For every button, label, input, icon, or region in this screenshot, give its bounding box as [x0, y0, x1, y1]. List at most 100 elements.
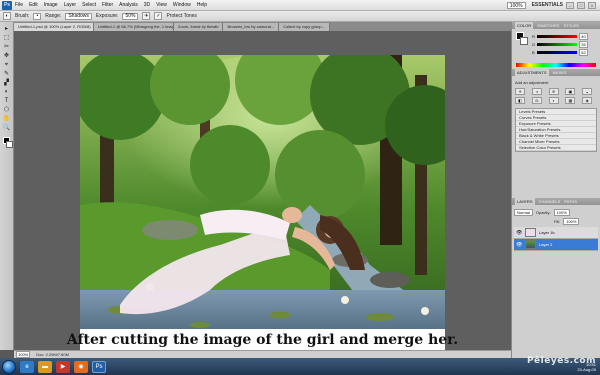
adjustments-panel-header: ADJUSTMENTS MASKS: [512, 69, 600, 76]
menu-view[interactable]: View: [156, 2, 167, 8]
menu-3d[interactable]: 3D: [144, 2, 150, 8]
green-slider[interactable]: [537, 43, 577, 46]
status-doc-size[interactable]: Doc: 2.29M/7.60M: [36, 352, 69, 357]
windows-taskbar: e ▬ ▶ ◉ Ps 10:51 23-Aug-09: [0, 358, 600, 375]
brush-picker[interactable]: •: [33, 12, 42, 20]
document-canvas[interactable]: [80, 55, 445, 357]
marquee-tool-icon[interactable]: ⬚: [2, 34, 12, 42]
green-value[interactable]: 35: [579, 41, 588, 48]
document-tab[interactable]: Untitled-1 @ 66.7% (Mhmgnng the, 1 image…: [94, 23, 174, 31]
blue-value[interactable]: 52: [579, 49, 588, 56]
layer-thumbnail: [525, 240, 536, 249]
layer-name: Layer 2: [539, 242, 553, 247]
airbrush-icon[interactable]: ✈: [142, 12, 151, 20]
zoom-level-select[interactable]: 100%: [506, 1, 526, 9]
minimize-button[interactable]: –: [566, 1, 574, 9]
preset-item[interactable]: Selective Color Presets: [516, 145, 596, 151]
options-bar: ◐ Brush: • Range: Shadows Exposure: 50% …: [0, 11, 600, 22]
document-tab[interactable]: Collect by copy group...: [279, 23, 330, 31]
opacity-input[interactable]: 100%: [553, 209, 570, 216]
forest-scene-image: [80, 55, 445, 357]
tool-preset-icon[interactable]: ◐: [3, 12, 11, 20]
layers-fill-row: Fill: 100%: [514, 218, 598, 225]
zoom-tool-icon[interactable]: 🔍: [2, 124, 12, 132]
adjustment-preset-list: Levels Presets Curves Presets Exposure P…: [515, 108, 597, 152]
brush-label: Brush:: [15, 13, 30, 19]
folder-icon[interactable]: ▬: [38, 360, 52, 373]
eye-icon[interactable]: 👁: [516, 242, 522, 248]
vibrance-icon[interactable]: ◒: [582, 88, 593, 95]
menu-image[interactable]: Image: [44, 2, 58, 8]
fill-input[interactable]: 100%: [563, 218, 580, 225]
menu-file[interactable]: File: [15, 2, 23, 8]
adjustment-icons: ☀ ◑ ≋ ▣ ◒ ◧ ⚖ ◐ ▦ ◈: [515, 88, 597, 104]
eye-icon[interactable]: 👁: [516, 230, 522, 236]
range-select[interactable]: Shadows: [65, 12, 92, 20]
move-tool-icon[interactable]: ▸: [2, 25, 12, 33]
hue-saturation-icon[interactable]: ◧: [515, 97, 525, 104]
crop-tool-icon[interactable]: ⌖: [2, 61, 12, 69]
menu-filter[interactable]: Filter: [102, 2, 113, 8]
layer-name: Layer 1b: [539, 230, 555, 235]
tab-adjustments[interactable]: ADJUSTMENTS: [515, 69, 549, 76]
levels-icon[interactable]: ◑: [531, 88, 542, 95]
color-background-swatch[interactable]: [520, 37, 528, 45]
document-tab[interactable]: Zoom, forest by thewlb: [174, 23, 224, 31]
layer-row[interactable]: 👁 Layer 1b: [514, 227, 598, 239]
tab-color[interactable]: COLOR: [515, 22, 534, 29]
menu-layer[interactable]: Layer: [64, 2, 77, 8]
close-button[interactable]: ×: [588, 1, 596, 9]
caption-band: After cutting the image of the girl and …: [67, 329, 458, 350]
ie-icon[interactable]: e: [20, 360, 34, 373]
photoshop-task-icon[interactable]: Ps: [92, 360, 106, 373]
layers-panel-header: LAYERS CHANNELS PATHS: [512, 198, 600, 205]
exposure-icon[interactable]: ▣: [565, 88, 576, 95]
blue-slider[interactable]: [537, 51, 577, 54]
tab-styles[interactable]: STYLES: [563, 23, 578, 28]
channel-mixer-icon[interactable]: ◈: [582, 97, 593, 104]
status-zoom[interactable]: 100%: [16, 351, 31, 358]
quick-select-tool-icon[interactable]: ✥: [2, 52, 12, 60]
type-tool-icon[interactable]: T: [2, 97, 12, 105]
tab-paths[interactable]: PATHS: [564, 199, 577, 204]
menu-select[interactable]: Select: [82, 2, 96, 8]
photo-filter-icon[interactable]: ▦: [565, 97, 576, 104]
start-button[interactable]: [2, 359, 16, 374]
firefox-icon[interactable]: ◉: [74, 360, 88, 373]
media-player-icon[interactable]: ▶: [56, 360, 70, 373]
dodge-burn-tool-icon[interactable]: ◐: [2, 88, 12, 96]
brightness-icon[interactable]: ☀: [515, 88, 525, 95]
menu-help[interactable]: Help: [197, 2, 207, 8]
menu-edit[interactable]: Edit: [29, 2, 38, 8]
maximize-button[interactable]: □: [577, 1, 585, 9]
workspace-switcher[interactable]: ESSENTIALS: [532, 2, 563, 8]
color-balance-icon[interactable]: ⚖: [531, 97, 542, 104]
color-row-r: R 40: [532, 33, 588, 40]
brush-tool-icon[interactable]: ✎: [2, 70, 12, 78]
tab-swatches[interactable]: SWATCHES: [537, 23, 559, 28]
layer-row-selected[interactable]: 👁 Layer 2: [514, 239, 598, 251]
hand-tool-icon[interactable]: ✋: [2, 115, 12, 123]
shape-tool-icon[interactable]: ⬠: [2, 106, 12, 114]
document-tab[interactable]: Untitled-1.psd @ 100% (Layer 2, RGB/8): [14, 23, 94, 31]
exposure-input[interactable]: 50%: [122, 12, 139, 20]
lasso-tool-icon[interactable]: ✂: [2, 43, 12, 51]
gradient-tool-icon[interactable]: ▞: [2, 79, 12, 87]
tab-layers[interactable]: LAYERS: [515, 198, 535, 205]
red-value[interactable]: 40: [579, 33, 588, 40]
status-bar: 100% Doc: 2.29M/7.60M: [14, 350, 511, 358]
curves-icon[interactable]: ≋: [548, 88, 559, 95]
document-tab[interactable]: Bronzes_bru by samurai...: [223, 23, 280, 31]
menu-analysis[interactable]: Analysis: [119, 2, 138, 8]
menu-window[interactable]: Window: [173, 2, 191, 8]
black-white-icon[interactable]: ◐: [548, 97, 559, 104]
red-slider[interactable]: [537, 35, 577, 38]
blend-mode-select[interactable]: Normal: [514, 209, 533, 216]
tab-channels[interactable]: CHANNELS: [539, 199, 561, 204]
background-color-swatch[interactable]: [5, 141, 13, 148]
tab-masks[interactable]: MASKS: [553, 70, 567, 75]
fill-label: Fill:: [554, 219, 561, 224]
protect-tones-checkbox[interactable]: ✓: [154, 12, 163, 20]
color-spectrum[interactable]: [516, 63, 596, 67]
watermark: Pêleyes.com: [526, 356, 596, 366]
